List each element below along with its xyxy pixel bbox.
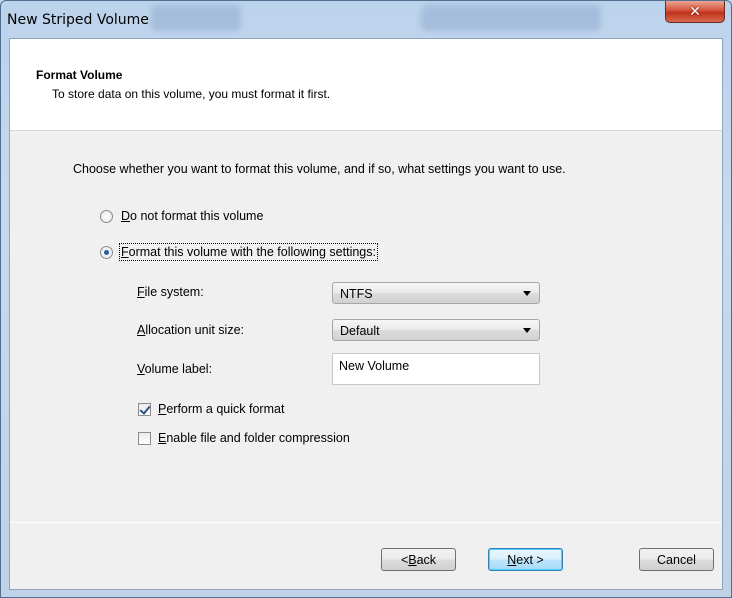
background-blur (421, 5, 601, 31)
file-system-value: NTFS (340, 287, 373, 301)
wizard-window: New Striped Volume ✕ Format Volume To st… (0, 0, 732, 598)
page-subtitle: To store data on this volume, you must f… (52, 87, 331, 101)
quick-format-label: Perform a quick format (158, 402, 285, 416)
quick-format-checkbox[interactable] (138, 402, 151, 416)
volume-label-label: Volume label: (137, 362, 213, 376)
allocation-unit-value: Default (340, 324, 380, 338)
compression-checkbox[interactable] (138, 431, 151, 445)
cancel-button[interactable]: Cancel (639, 548, 714, 571)
background-blur (151, 5, 241, 31)
back-button[interactable]: < Back (381, 548, 456, 571)
radio-format-volume[interactable]: Format this volume with the following se… (100, 243, 378, 261)
window-title: New Striped Volume (7, 12, 149, 28)
radio-label: Format this volume with the following se… (119, 243, 378, 261)
page-title: Format Volume (36, 68, 123, 82)
compression-label: Enable file and folder compression (158, 431, 350, 445)
radio-do-not-format[interactable]: Do not format this volume (100, 209, 263, 223)
compression-checkbox-row[interactable]: Enable file and folder compression (138, 431, 350, 445)
instructions-text: Choose whether you want to format this v… (73, 162, 566, 176)
chevron-down-icon (523, 328, 531, 333)
allocation-unit-dropdown[interactable]: Default (332, 319, 540, 341)
radio-button[interactable] (100, 209, 113, 223)
radio-button[interactable] (100, 245, 113, 259)
footer-divider (10, 522, 722, 523)
close-icon: ✕ (689, 3, 701, 20)
radio-label: Do not format this volume (121, 209, 264, 223)
file-system-label: File system: (137, 285, 204, 299)
close-button[interactable]: ✕ (665, 1, 725, 23)
file-system-dropdown[interactable]: NTFS (332, 282, 540, 304)
quick-format-checkbox-row[interactable]: Perform a quick format (138, 402, 284, 416)
wizard-header: Format Volume To store data on this volu… (10, 39, 722, 131)
volume-label-input[interactable]: New Volume (332, 353, 540, 385)
next-button[interactable]: Next > (488, 548, 563, 571)
allocation-unit-label: Allocation unit size: (137, 323, 245, 337)
chevron-down-icon (523, 291, 531, 296)
wizard-client-area: Format Volume To store data on this volu… (9, 38, 723, 590)
title-bar[interactable]: New Striped Volume ✕ (1, 1, 731, 39)
